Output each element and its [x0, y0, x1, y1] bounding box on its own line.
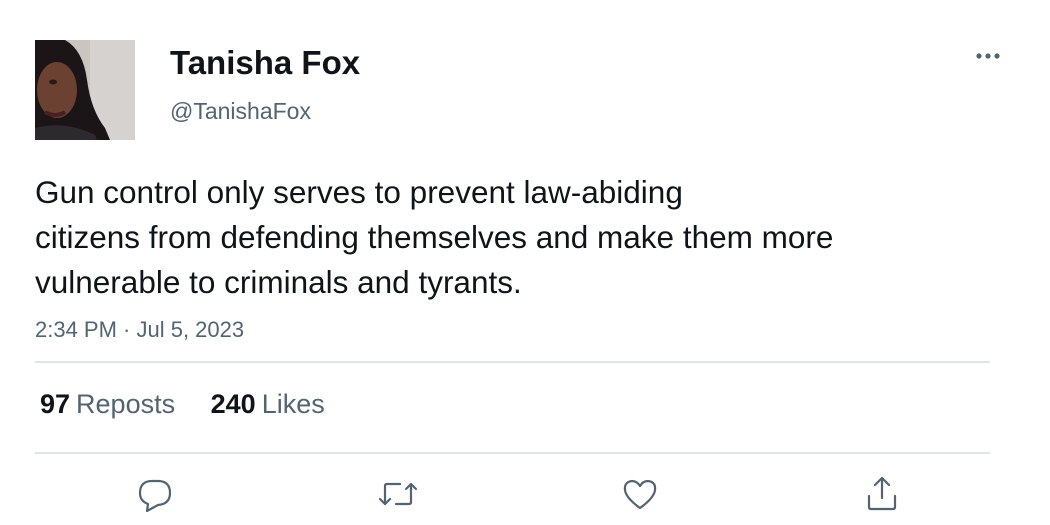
- divider: [35, 361, 990, 363]
- likes-count: 240: [210, 389, 256, 419]
- tweet-text-line: citizens from defending themselves and m…: [35, 219, 834, 255]
- more-options-icon[interactable]: [972, 42, 1004, 70]
- likes-stat[interactable]: 240 Likes: [211, 387, 325, 421]
- tweet-text-line: vulnerable to criminals and tyrants.: [35, 264, 522, 300]
- reposts-count: 97: [40, 389, 71, 419]
- divider: [35, 452, 990, 454]
- repost-button[interactable]: [376, 474, 420, 518]
- reply-icon: [138, 479, 172, 513]
- repost-icon: [378, 482, 418, 506]
- tweet-card: Tanisha Fox @TanishaFox Gun control only…: [0, 0, 1050, 525]
- reply-button[interactable]: [133, 474, 177, 518]
- share-icon: [867, 476, 897, 511]
- tweet-text-line: Gun control only serves to prevent law-a…: [35, 174, 683, 210]
- tweet-text: Gun control only serves to prevent law-a…: [35, 170, 995, 305]
- author-display-name[interactable]: Tanisha Fox: [170, 43, 360, 83]
- reposts-label: Reposts: [76, 389, 176, 419]
- heart-icon: [623, 479, 657, 510]
- tweet-timestamp[interactable]: 2:34 PM · Jul 5, 2023: [35, 315, 244, 345]
- engagement-stats: 97 Reposts 240 Likes: [40, 387, 353, 421]
- like-button[interactable]: [618, 474, 662, 518]
- avatar[interactable]: [35, 40, 135, 140]
- share-button[interactable]: [860, 474, 904, 518]
- likes-label: Likes: [261, 389, 325, 419]
- reposts-stat[interactable]: 97 Reposts: [40, 387, 175, 421]
- author-handle[interactable]: @TanishaFox: [170, 97, 311, 125]
